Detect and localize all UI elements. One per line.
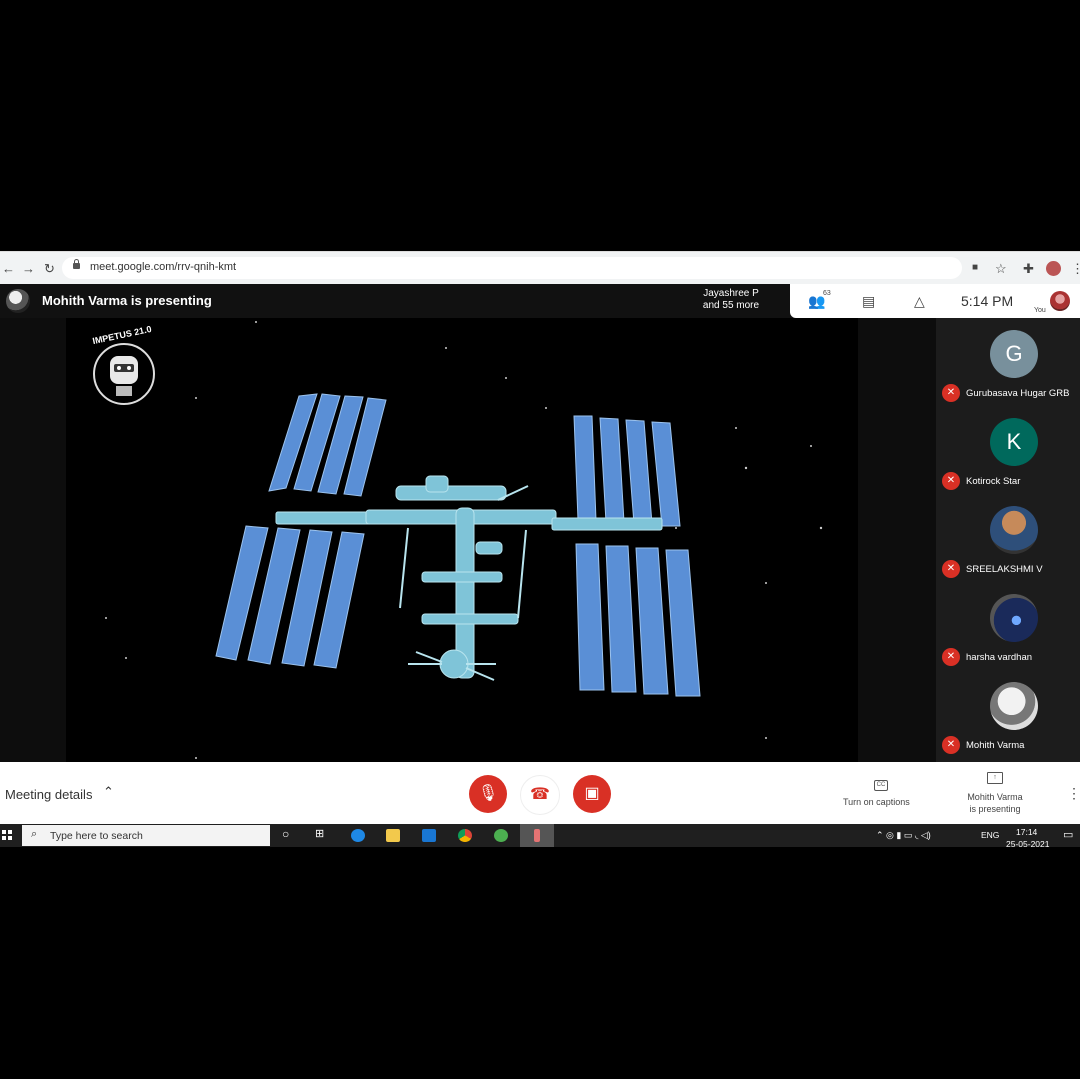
file-explorer-icon[interactable]	[386, 829, 400, 842]
others-line-1: Jayashree P	[703, 288, 759, 299]
notification-icon[interactable]: ▭	[1063, 828, 1073, 841]
browser-toolbar: ← → ↻ meet.google.com/rrv-qnih-kmt ■ ☆ ✚…	[0, 251, 1080, 285]
address-bar[interactable]: meet.google.com/rrv-qnih-kmt	[62, 257, 962, 279]
shared-screen: IMPETUS 21.0	[66, 318, 858, 762]
chrome-icon[interactable]	[458, 829, 472, 842]
lock-icon	[73, 259, 80, 269]
participant-tile[interactable]: G ✕ Gurubasava Hugar GRB	[936, 318, 1080, 406]
participant-name: Kotirock Star	[966, 476, 1021, 487]
mail-icon[interactable]	[422, 829, 436, 842]
participant-tile[interactable]: ✕ harsha vardhan	[936, 582, 1080, 670]
extensions-icon[interactable]: ✚	[1023, 261, 1034, 277]
meeting-details-button[interactable]: Meeting details	[5, 787, 92, 802]
taskbar-search-placeholder: Type here to search	[50, 830, 143, 842]
leave-call-button[interactable]: ☎	[520, 775, 560, 815]
presenting-title: Mohith Varma is presenting	[42, 293, 212, 308]
more-options-icon[interactable]: ⋮	[1067, 785, 1080, 802]
mic-off-icon: ✕	[942, 472, 960, 490]
participant-name: SREELAKSHMI V	[966, 564, 1043, 575]
mic-toggle-button[interactable]: 🎙	[469, 775, 507, 813]
participant-name: harsha vardhan	[966, 652, 1033, 663]
participant-tile[interactable]: ✕ SREELAKSHMI V	[936, 494, 1080, 582]
chevron-up-icon[interactable]: ⌃	[103, 784, 114, 800]
presentation-stage: IMPETUS 21.0	[0, 318, 936, 762]
captions-button-label[interactable]: Turn on captions	[843, 797, 910, 807]
participant-avatar	[990, 594, 1038, 642]
presenting-line-1: Mohith Varma	[967, 792, 1023, 802]
windows-taskbar: ⌕ Type here to search ○ ⊞ ⌃ ◎ ▮ ▭ ◟ ◁) E…	[0, 824, 1080, 849]
back-icon[interactable]: ←	[2, 261, 15, 276]
reload-icon[interactable]: ↻	[44, 261, 55, 277]
mic-off-icon: ✕	[942, 648, 960, 666]
recorder-icon	[534, 829, 540, 842]
participant-tile[interactable]: K ✕ Kotirock Star	[936, 406, 1080, 494]
camera-off-icon: ▣	[584, 785, 600, 802]
participant-name: Gurubasava Hugar GRB	[966, 388, 1070, 399]
meeting-clock: 5:14 PM	[961, 293, 1014, 309]
others-line-2: and 55 more	[702, 300, 760, 311]
participant-avatar: K	[990, 418, 1038, 466]
task-view-icon[interactable]: ⊞	[315, 827, 324, 840]
bookmark-star-icon[interactable]: ☆	[995, 261, 1007, 277]
present-screen-icon[interactable]: ↑	[987, 772, 1003, 784]
presenting-line-2: is presenting	[969, 804, 1021, 814]
activities-icon[interactable]: △	[914, 293, 925, 310]
presenting-status[interactable]: Mohith Varma is presenting	[955, 791, 1035, 815]
language-indicator[interactable]: ENG	[981, 830, 999, 840]
participant-avatar	[990, 682, 1038, 730]
system-tray[interactable]: ⌃ ◎ ▮ ▭ ◟ ◁)	[876, 830, 931, 841]
taskbar-clock-time[interactable]: 17:14	[1016, 827, 1037, 837]
space-station-image	[105, 321, 823, 759]
forward-icon[interactable]: →	[22, 261, 35, 276]
mic-off-icon: ✕	[942, 560, 960, 578]
captions-icon[interactable]: CC	[874, 780, 888, 791]
mic-off-icon: ✕	[942, 736, 960, 754]
mic-off-icon: ✕	[942, 384, 960, 402]
camera-toggle-button[interactable]: ▣	[573, 775, 611, 813]
meeting-controls-bar: Meeting details ⌃ 🎙 ☎ ▣ CC Turn on capti…	[0, 762, 1080, 824]
chat-icon[interactable]: ▤	[862, 293, 875, 310]
mic-off-icon: 🎙	[477, 785, 499, 802]
other-participants-label[interactable]: Jayashree P and 55 more	[684, 288, 778, 312]
presenter-avatar	[6, 289, 30, 313]
participant-tile[interactable]: ✕ Mohith Varma	[936, 670, 1080, 758]
url-text: meet.google.com/rrv-qnih-kmt	[90, 261, 237, 273]
taskbar-search[interactable]: ⌕ Type here to search	[22, 825, 270, 846]
browser-menu-icon[interactable]: ⋮	[1071, 261, 1080, 277]
participant-strip: G ✕ Gurubasava Hugar GRB K ✕ Kotirock St…	[936, 318, 1080, 762]
meeting-toolbar: 👥 63 ▤ △ 5:14 PM You	[790, 284, 1080, 318]
participant-avatar: G	[990, 330, 1038, 378]
camera-indicator-icon[interactable]: ■	[972, 262, 978, 273]
hang-up-icon: ☎	[530, 786, 550, 803]
taskbar-clock-date[interactable]: 25-05-2021	[1006, 839, 1049, 849]
windows-start-icon[interactable]	[2, 830, 12, 840]
participant-avatar	[990, 506, 1038, 554]
search-icon: ⌕	[31, 828, 38, 840]
active-app-slot[interactable]	[520, 824, 554, 847]
participant-name: Mohith Varma	[966, 740, 1025, 751]
participant-count: 63	[823, 290, 831, 297]
profile-avatar[interactable]	[1046, 261, 1061, 276]
self-avatar[interactable]	[1050, 291, 1070, 311]
you-label: You	[1034, 307, 1046, 314]
impetus-logo: IMPETUS 21.0	[88, 324, 162, 406]
cortana-icon[interactable]: ○	[282, 827, 289, 841]
edge-icon[interactable]	[351, 829, 365, 842]
whatsapp-icon[interactable]	[494, 829, 508, 842]
